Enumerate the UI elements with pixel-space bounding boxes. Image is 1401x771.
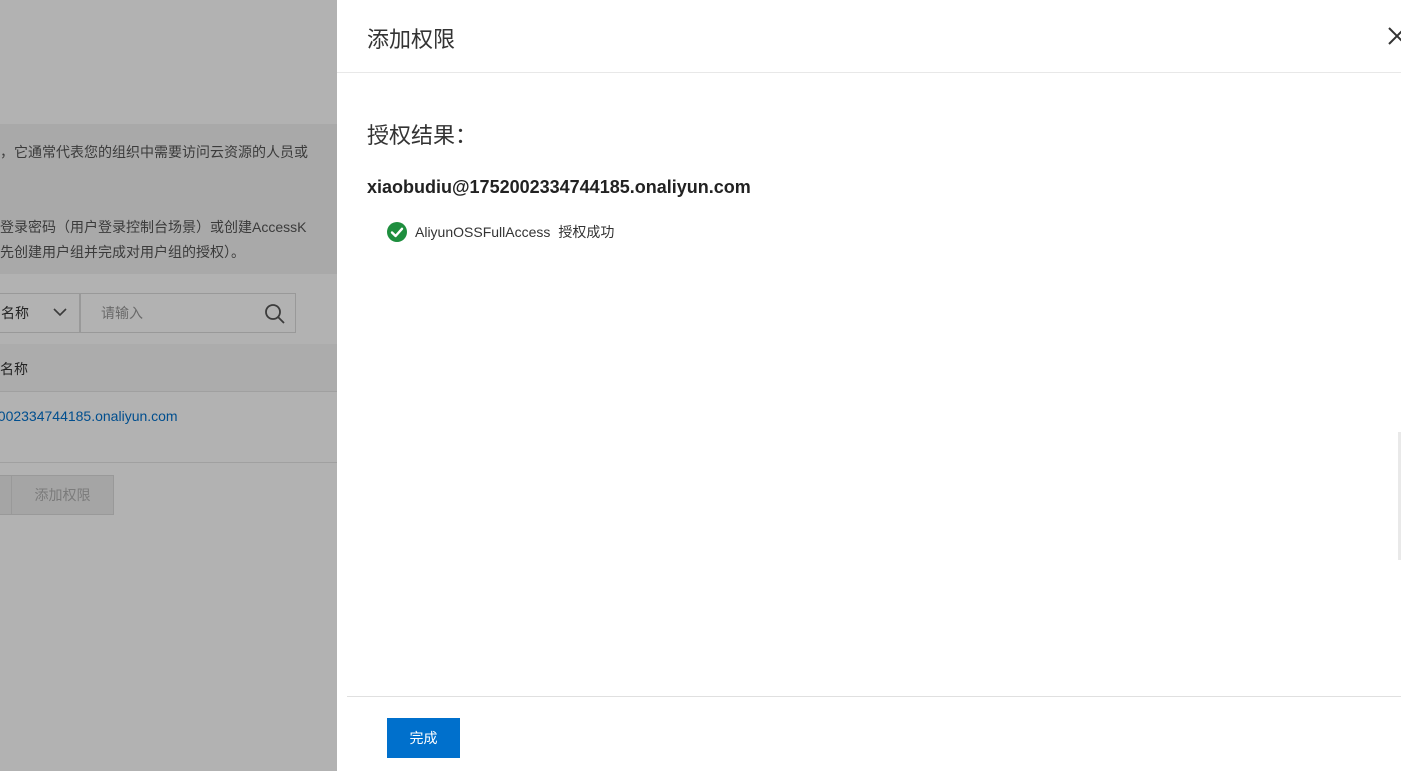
drawer-header: 添加权限: [337, 0, 1401, 73]
check-circle-icon: [387, 222, 407, 242]
result-heading: 授权结果：: [367, 123, 478, 148]
add-permission-drawer: 添加权限 授权结果： xiaobudiu@1752002334744185.on…: [337, 0, 1401, 771]
result-item: AliyunOSSFullAccess 授权成功: [387, 221, 614, 243]
close-icon[interactable]: [1385, 24, 1401, 48]
drawer-title: 添加权限: [367, 27, 456, 52]
status-text: 授权成功: [558, 224, 615, 240]
done-button[interactable]: 完成: [387, 718, 460, 758]
user-name: xiaobudiu@1752002334744185.onaliyun.com: [367, 177, 751, 197]
policy-name: AliyunOSSFullAccess: [415, 224, 551, 240]
drawer-footer: 完成: [347, 696, 1401, 771]
